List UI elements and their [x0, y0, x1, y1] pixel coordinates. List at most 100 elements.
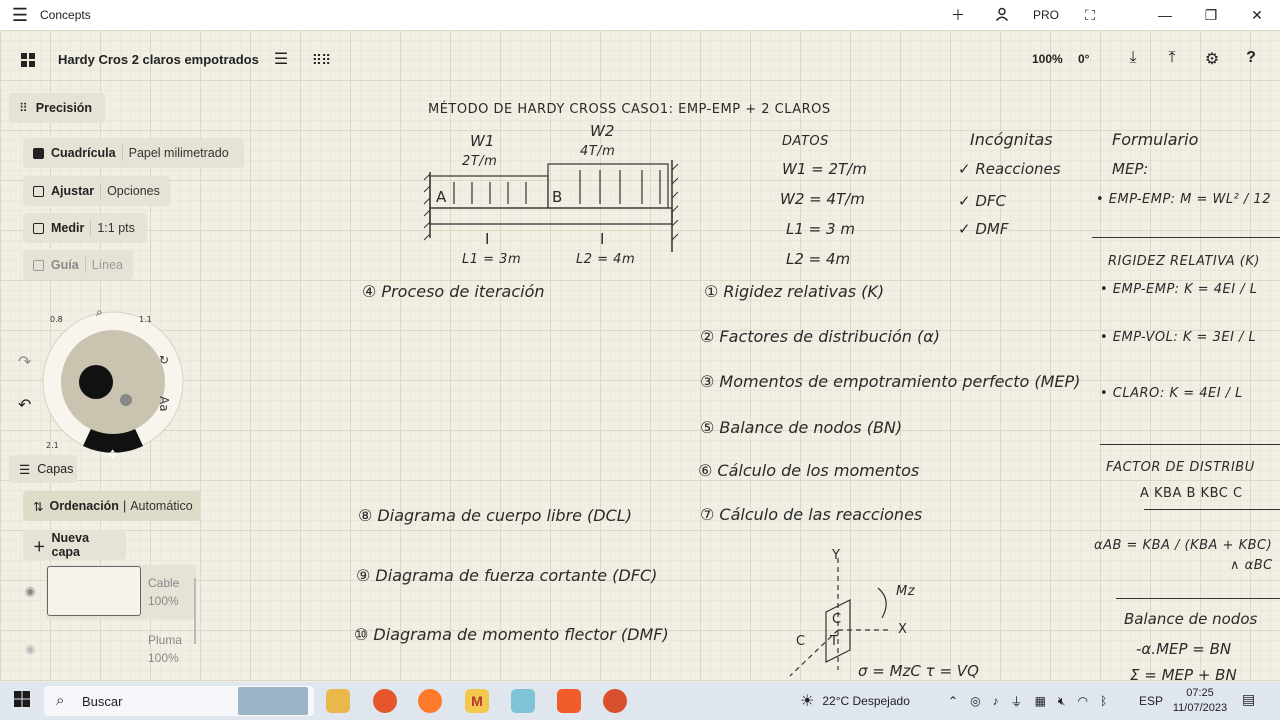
grid-toggle[interactable]: Cuadrícula Papel milimetrado — [23, 138, 244, 168]
divider — [1092, 237, 1280, 238]
mep-label: MEP: — [1112, 160, 1149, 178]
snap-toggle[interactable]: Ajustar Opciones — [23, 176, 170, 206]
firefox-icon[interactable] — [418, 689, 442, 713]
mathcad-icon[interactable]: M — [465, 689, 489, 713]
step-9: ⑨ Diagrama de fuerza cortante (DFC) — [356, 566, 658, 585]
layer-name: Pluma — [148, 633, 183, 647]
w1-value: 2T/m — [462, 154, 498, 169]
minimize-button[interactable]: — — [1142, 7, 1188, 23]
settings-gear-icon[interactable]: ⚙ — [1200, 49, 1224, 69]
app-name: Concepts — [40, 8, 91, 22]
share-icon[interactable]: ⤒ — [1160, 49, 1184, 67]
usb-icon[interactable]: ⏚ — [1011, 693, 1023, 710]
inertia-1-label: I — [485, 230, 490, 248]
t-label: T — [830, 634, 839, 649]
rotation-angle[interactable]: 0° — [1078, 52, 1089, 66]
w2-value: 4T/m — [580, 144, 616, 159]
divider — [1100, 444, 1280, 445]
l2-label: L2 = 4m — [576, 252, 636, 267]
undo-icon[interactable]: ↶ — [18, 395, 31, 415]
hamburger-menu-icon[interactable]: ☰ — [0, 5, 40, 26]
file-explorer-icon[interactable] — [326, 689, 350, 713]
redo-icon[interactable]: ↷ — [18, 352, 31, 372]
visibility-eye-icon[interactable]: ◉ — [25, 642, 35, 656]
download-icon[interactable]: ⤓ — [1121, 49, 1145, 67]
step-7: ⑦ Cálculo de las reacciones — [700, 505, 923, 524]
sort-button[interactable]: ⇅ Ordenación | Automático — [23, 491, 201, 521]
fullscreen-icon[interactable]: ⛶ — [1068, 7, 1112, 24]
weather-widget[interactable]: ☀ 22°C Despejado — [800, 682, 910, 720]
alpha-ab-formula: αAB = KBA / (KBA + KBC) — [1094, 538, 1273, 553]
svg-text:2.1: 2.1 — [46, 441, 59, 450]
incognita-3: ✓ DMF — [958, 220, 1009, 238]
gallery-grid-icon[interactable] — [20, 52, 36, 73]
datos-line-2: W2 = 4T/m — [780, 190, 865, 208]
baseball-app-icon[interactable] — [603, 689, 627, 713]
help-icon[interactable]: ? — [1239, 49, 1263, 67]
search-icon: ⌕ — [56, 692, 65, 709]
notifications-icon[interactable]: ▤ — [1242, 691, 1255, 708]
microphone-icon[interactable]: ♪ — [993, 694, 999, 708]
mep-formula: • EMP-EMP: M = WL² / 12 — [1096, 192, 1271, 207]
divider — [1116, 598, 1280, 599]
grid-type[interactable]: Papel milimetrado — [129, 146, 229, 160]
guide-checkbox[interactable] — [33, 259, 44, 271]
precision-button[interactable]: ⠿ Precisión — [9, 93, 105, 123]
add-icon[interactable]: ＋ — [936, 5, 980, 25]
taskbar-search[interactable]: ⌕ Buscar — [44, 686, 314, 716]
concepts-app-icon[interactable] — [511, 689, 535, 713]
tools-grid-icon[interactable]: ⠿⠿ — [306, 46, 336, 74]
layer-name: Cable — [148, 576, 180, 590]
pro-button[interactable]: PRO — [1024, 8, 1068, 22]
language-indicator[interactable]: ESP — [1139, 682, 1163, 720]
new-layer-button[interactable]: ＋ Nueva capa — [23, 530, 126, 560]
step-5: ⑤ Balance de nodos (BN) — [700, 418, 903, 437]
tool-wheel[interactable]: 0.8 1.1 2.1 Aa ⌕ ↻ ✥ — [42, 296, 184, 468]
camera-icon[interactable]: ◎ — [970, 694, 980, 708]
visibility-eye-icon[interactable]: ◉ — [25, 584, 35, 598]
network-icon[interactable]: ▦ — [1035, 694, 1046, 708]
snap-options[interactable]: Opciones — [107, 184, 160, 198]
clock[interactable]: 07:25 11/07/2023 — [1172, 686, 1228, 716]
svg-text:0.8: 0.8 — [50, 315, 63, 324]
account-icon[interactable] — [980, 7, 1024, 24]
layers-scrollbar[interactable] — [194, 578, 196, 644]
measure-toggle[interactable]: Medir 1:1 pts — [23, 213, 147, 243]
bluetooth-icon[interactable]: ᛒ — [1100, 694, 1107, 708]
rigidez-emp-vol: • EMP-VOL: K = 3EI / L — [1100, 330, 1257, 345]
zoom-level[interactable]: 100% — [1032, 52, 1063, 66]
measure-scale[interactable]: 1:1 pts — [97, 221, 135, 235]
close-button[interactable]: ✕ — [1234, 7, 1280, 24]
chrome-icon[interactable] — [373, 689, 397, 713]
node-b-label: B — [552, 188, 563, 206]
title-bar: ☰ Concepts ＋ PRO ⛶ — ❐ ✕ — [0, 0, 1280, 30]
fd-line — [1144, 509, 1280, 510]
maximize-button[interactable]: ❐ — [1188, 7, 1234, 24]
plus-icon: ＋ — [33, 539, 46, 554]
layers-button[interactable]: ☰ Capas — [9, 455, 77, 483]
speaker-mute-icon[interactable]: 🔇︎ — [1058, 694, 1066, 709]
incognita-1: ✓ Reacciones — [958, 160, 1061, 178]
weather-sun-icon: ☀ — [800, 693, 815, 710]
sort-icon: ⇅ — [33, 499, 44, 514]
layer-thumbnail[interactable] — [47, 566, 141, 616]
document-title[interactable]: Hardy Cros 2 claros empotrados — [58, 52, 259, 67]
guide-type[interactable]: Línea — [92, 258, 123, 272]
snap-checkbox[interactable] — [33, 185, 44, 197]
formulario-title: Formulario — [1112, 130, 1199, 149]
measure-checkbox[interactable] — [33, 222, 44, 234]
step-2: ② Factores de distribución (α) — [700, 327, 941, 346]
axis-x-label: X — [898, 622, 908, 637]
chevron-up-icon[interactable]: ⌃ — [948, 694, 958, 708]
rigidez-emp-emp: • EMP-EMP: K = 4EI / L — [1100, 282, 1258, 297]
svg-text:Aa: Aa — [157, 396, 171, 412]
layers-list-icon[interactable]: ☰ — [266, 46, 296, 74]
layer-opacity: 100% — [148, 651, 179, 665]
brave-icon[interactable] — [557, 689, 581, 713]
guide-toggle[interactable]: Guía Línea — [23, 250, 133, 280]
wifi-icon[interactable]: ◠ — [1077, 694, 1087, 708]
w2-label: W2 — [590, 122, 615, 140]
l1-label: L1 = 3m — [462, 252, 522, 267]
grid-checkbox[interactable] — [33, 147, 44, 159]
windows-start-icon[interactable] — [0, 690, 44, 712]
